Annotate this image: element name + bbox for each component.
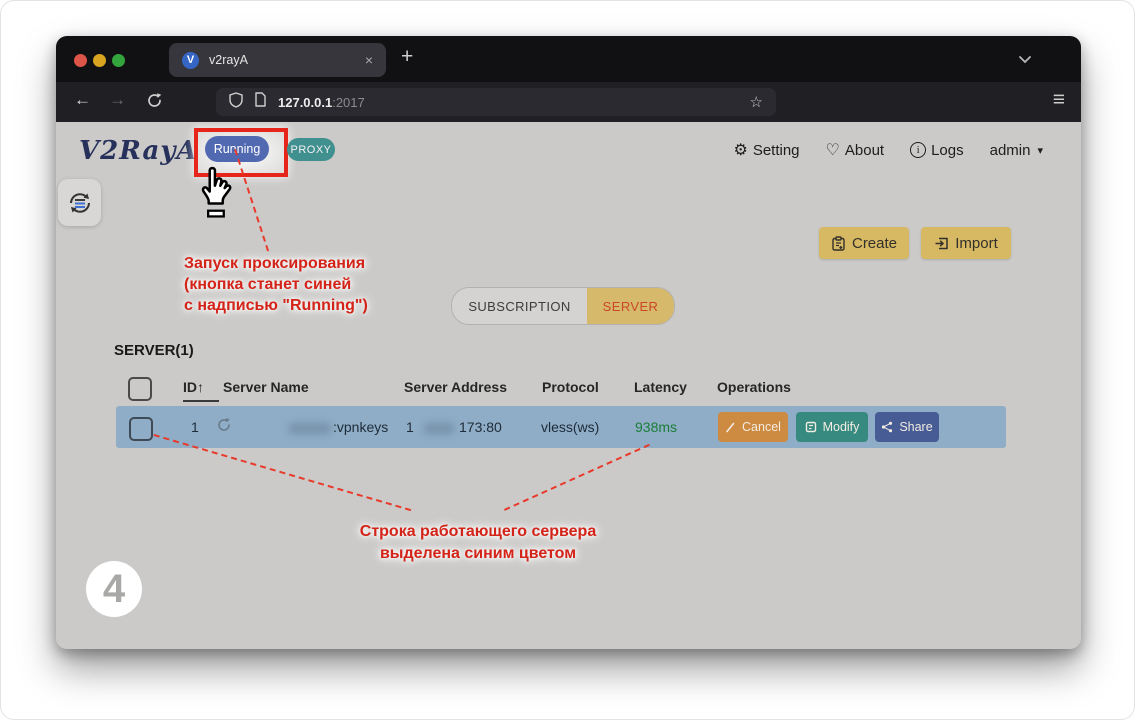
column-header-name[interactable]: Server Name: [223, 379, 309, 395]
log-console-floating-button[interactable]: [58, 179, 101, 226]
browser-tab-bar: V v2rayA × +: [56, 36, 1081, 82]
annotation-run-note: Запуск проксирования (кнопка станет сине…: [184, 253, 368, 316]
nav-logs-label: Logs: [931, 142, 964, 159]
tab-subscription[interactable]: SUBSCRIPTION: [452, 288, 587, 324]
nav-setting-label: Setting: [753, 142, 800, 159]
cancel-button-label: Cancel: [742, 420, 781, 434]
table-row-server[interactable]: 1 :vpnkeys 1 173:80 vless(ws) 938ms Canc…: [116, 406, 1006, 448]
import-button-label: Import: [955, 235, 998, 252]
gear-icon: ⚙: [733, 140, 747, 160]
create-button[interactable]: Create: [819, 227, 909, 259]
hand-cursor-icon: [196, 166, 238, 223]
annotation-line: с надписью "Running"): [184, 295, 368, 316]
annotation-line: (кнопка станет синей: [184, 274, 368, 295]
select-all-checkbox[interactable]: [128, 377, 152, 401]
section-title: SERVER(1): [114, 342, 194, 359]
modify-button[interactable]: Modify: [796, 412, 868, 442]
caret-down-icon: ▾: [1037, 144, 1043, 157]
nav-about[interactable]: ♡ About: [826, 140, 885, 160]
nav-setting[interactable]: ⚙ Setting: [733, 140, 799, 160]
v2raya-app: V2RayA Running PROXY ⚙ Setting ♡ About i…: [56, 122, 1081, 649]
nav-logs[interactable]: i Logs: [910, 142, 964, 159]
cell-address-start: 1: [406, 419, 414, 435]
cell-id: 1: [191, 419, 199, 435]
cell-latency: 938ms: [635, 419, 677, 435]
row-checkbox[interactable]: [129, 417, 153, 441]
screenshot-frame: V v2rayA × + ← → 127.0.0: [0, 0, 1135, 720]
heart-icon: ♡: [826, 140, 840, 160]
annotation-line: выделена синим цветом: [334, 543, 622, 565]
url-text[interactable]: 127.0.0.1:2017: [278, 95, 750, 110]
redacted-address-blur: [424, 423, 454, 434]
step-number-badge: 4: [86, 561, 142, 617]
browser-menu-icon[interactable]: ≡: [1053, 88, 1065, 112]
share-nodes-icon: [881, 421, 893, 433]
modify-button-label: Modify: [823, 420, 860, 434]
close-window-button[interactable]: [74, 54, 87, 67]
user-menu-label: admin: [990, 142, 1031, 159]
refresh-icon: [216, 417, 232, 436]
edit-note-icon: [805, 421, 817, 433]
annotation-row-note: Строка работающего сервера выделена сини…: [334, 521, 622, 565]
zoom-window-button[interactable]: [112, 54, 125, 67]
proxy-button[interactable]: PROXY: [287, 138, 335, 161]
forward-icon[interactable]: →: [109, 90, 126, 110]
tab-title: v2rayA: [209, 53, 365, 67]
tab-server[interactable]: SERVER: [587, 288, 674, 324]
share-button[interactable]: Share: [875, 412, 939, 442]
column-header-id[interactable]: ID↑: [183, 379, 204, 395]
minimize-window-button[interactable]: [93, 54, 106, 67]
v2raya-logo: V2RayA: [79, 136, 198, 166]
shield-icon[interactable]: [229, 92, 243, 113]
url-bar[interactable]: 127.0.0.1:2017 ☆: [216, 88, 776, 116]
cell-address-end: 173:80: [459, 419, 502, 435]
import-icon: [934, 236, 949, 251]
annotation-dashed-line: [504, 444, 650, 511]
tab-close-icon[interactable]: ×: [365, 52, 373, 68]
import-button[interactable]: Import: [921, 227, 1011, 259]
share-button-label: Share: [899, 420, 932, 434]
browser-tab[interactable]: V v2rayA ×: [169, 43, 386, 77]
redacted-name-blur: [289, 423, 331, 434]
top-navigation: ⚙ Setting ♡ About i Logs admin ▾: [733, 140, 1043, 160]
user-menu-admin[interactable]: admin ▾: [990, 142, 1043, 159]
bookmark-star-icon[interactable]: ☆: [750, 93, 763, 111]
reload-icon[interactable]: [146, 92, 163, 114]
column-header-latency[interactable]: Latency: [634, 379, 687, 395]
back-icon[interactable]: ←: [74, 90, 91, 110]
clipboard-plus-icon: [831, 236, 846, 251]
cell-server-name: :vpnkeys: [333, 419, 388, 435]
chevron-down-icon[interactable]: [1017, 51, 1033, 72]
column-header-operations: Operations: [717, 379, 791, 395]
sort-arrow-icon: ↑: [197, 379, 204, 395]
cell-protocol: vless(ws): [541, 419, 599, 435]
column-header-address[interactable]: Server Address: [404, 379, 507, 395]
new-tab-button[interactable]: +: [401, 45, 413, 69]
sort-active-indicator: [183, 400, 219, 402]
browser-window: V v2rayA × + ← → 127.0.0: [56, 36, 1081, 649]
column-header-protocol[interactable]: Protocol: [542, 379, 599, 395]
refresh-list-icon: [66, 189, 94, 217]
info-icon: i: [910, 142, 926, 158]
page-icon[interactable]: [254, 92, 267, 112]
list-type-toggle: SUBSCRIPTION SERVER: [451, 287, 675, 325]
annotation-line: Запуск проксирования: [184, 253, 368, 274]
url-port: :2017: [332, 95, 365, 110]
create-button-label: Create: [852, 235, 897, 252]
url-host: 127.0.0.1: [278, 95, 332, 110]
annotation-line: Строка работающего сервера: [334, 521, 622, 543]
v2raya-favicon-icon: V: [182, 52, 199, 69]
pencil-icon: [725, 422, 736, 433]
cancel-button[interactable]: Cancel: [718, 412, 788, 442]
browser-toolbar: ← → 127.0.0.1:2017 ☆ ≡: [56, 82, 1081, 122]
nav-about-label: About: [845, 142, 884, 159]
